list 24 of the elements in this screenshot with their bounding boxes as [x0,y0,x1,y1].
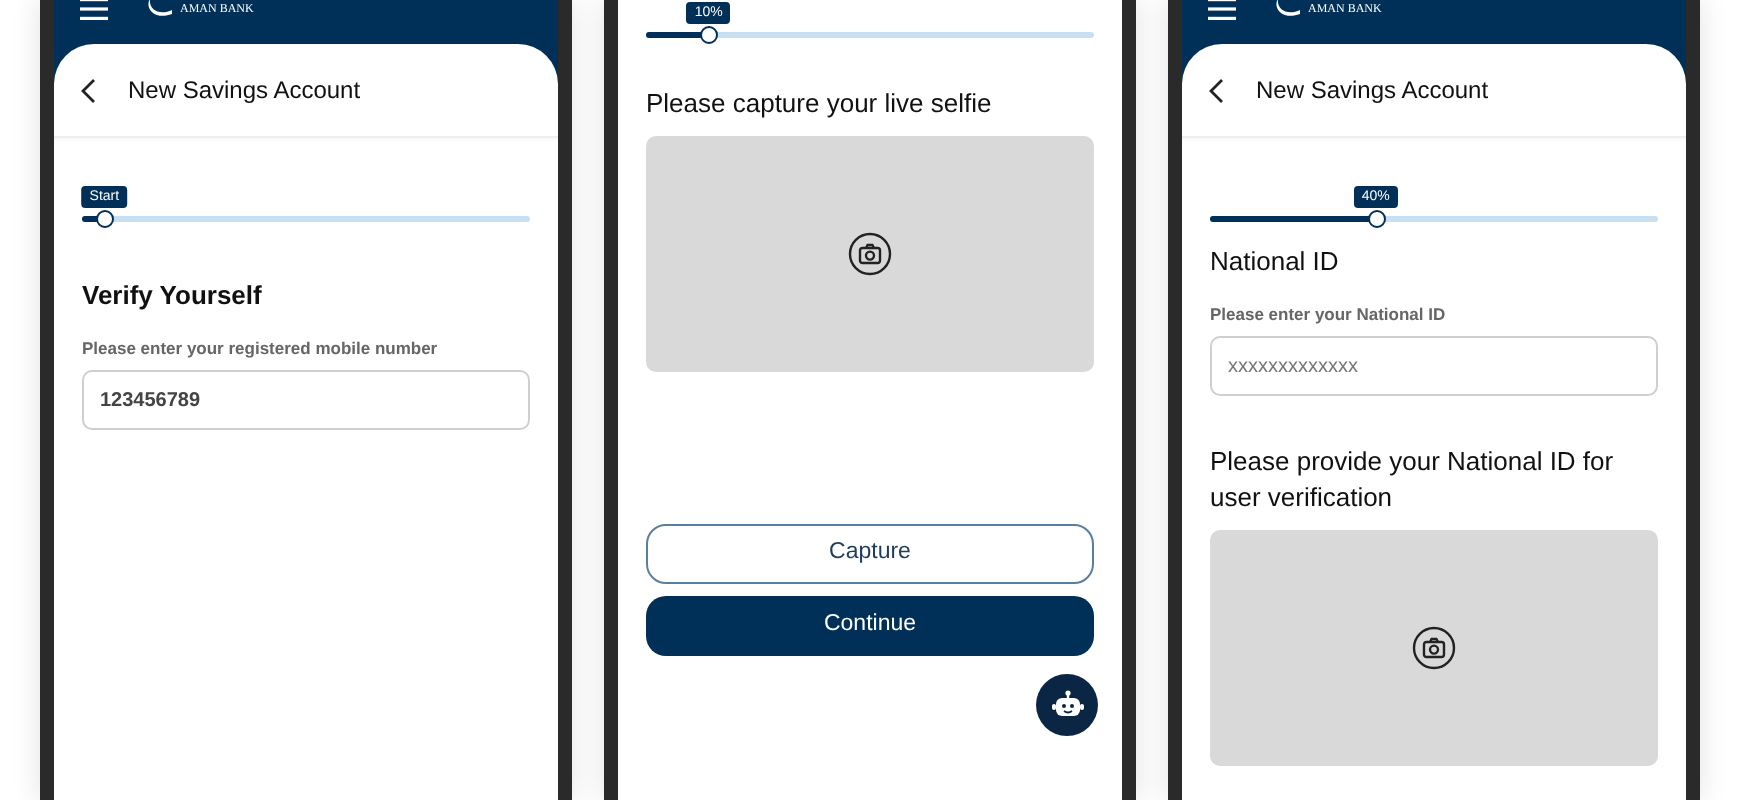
capture-button[interactable]: Capture [646,524,1094,584]
menu-icon[interactable] [80,0,108,20]
progress-thumb [96,210,115,228]
camera-icon [1412,626,1456,671]
prompt-text: Please capture your live selfie [646,86,994,122]
prompt-text: Please provide your National ID for user verification [1210,444,1616,517]
field-title: National ID [1210,244,1341,280]
progress-thumb [700,26,719,44]
section-heading: Verify Yourself [82,278,264,314]
input-field[interactable]: 123456789 [82,370,530,431]
back-icon[interactable] [80,77,96,103]
progress-thumb [1367,210,1386,228]
menu-icon[interactable] [1208,0,1236,20]
field-label: Please enter your National ID [1210,301,1448,327]
screen-title: New Savings Account [128,74,361,108]
camera-icon [848,232,892,276]
robot-icon [1051,690,1083,720]
logo-icon [144,0,176,20]
screen-title: New Savings Account [1256,74,1489,108]
logo-icon [1272,0,1304,20]
back-icon[interactable] [1208,77,1224,103]
field-label: Please enter your registered mobile number [82,335,440,361]
input-field[interactable]: xxxxxxxxxxxxx [1210,336,1658,397]
continue-button[interactable]: Continue [646,596,1094,656]
